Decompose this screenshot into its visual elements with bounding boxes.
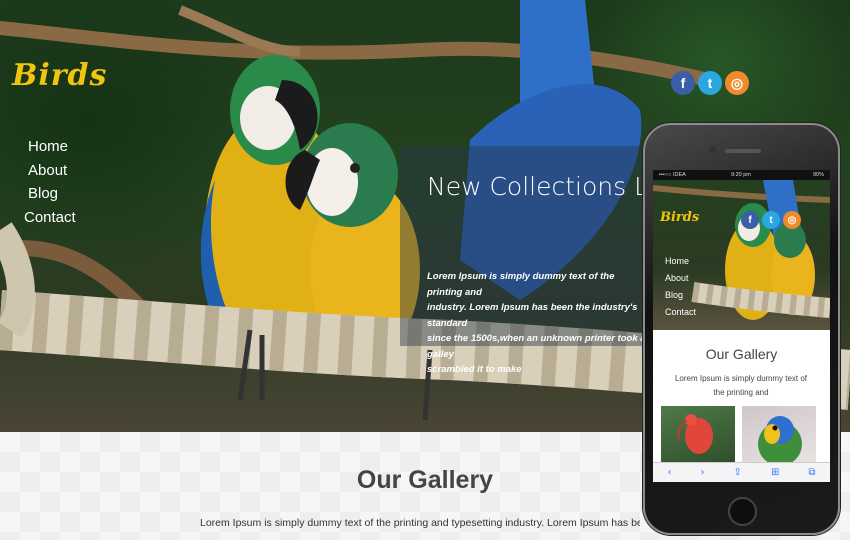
social-links: f t ◎ xyxy=(671,71,749,95)
mobile-social-links: f t ◎ xyxy=(741,211,801,229)
dribbble-icon[interactable]: ◎ xyxy=(783,211,801,229)
twitter-icon[interactable]: t xyxy=(698,71,722,95)
mobile-nav-home[interactable]: Home xyxy=(665,253,696,270)
browser-toolbar: ‹ › ⇪ ⊞ ⧉ xyxy=(653,462,830,482)
banner-text: Lorem Ipsum is simply dummy text of the … xyxy=(427,271,646,375)
speaker-grille xyxy=(725,149,761,153)
bookmarks-icon[interactable]: ⊞ xyxy=(771,467,779,478)
home-button xyxy=(728,497,757,526)
carrier-label: •••○○ IDEA xyxy=(659,172,686,178)
banner-title: New Collections Lorem Ipsum is simply du… xyxy=(427,172,657,201)
mobile-gallery-text: Lorem Ipsum is simply dummy text of the … xyxy=(674,374,808,397)
main-nav: Home About Blog Contact xyxy=(24,135,84,229)
clock-label: 9:20 pm xyxy=(731,172,751,178)
mobile-gallery-title: Our Gallery xyxy=(705,346,778,362)
ibis-image xyxy=(677,414,713,454)
mobile-logo[interactable]: Birds xyxy=(660,210,699,225)
gallery-image-parrot[interactable] xyxy=(742,406,816,464)
mobile-nav-contact[interactable]: Contact xyxy=(665,304,696,321)
gallery-image-ibis[interactable] xyxy=(661,406,735,464)
dribbble-icon[interactable]: ◎ xyxy=(725,71,749,95)
facebook-icon[interactable]: f xyxy=(671,71,695,95)
phone-screen: •••○○ IDEA 9:20 pm 90% Birds f t ◎ Home … xyxy=(653,170,830,482)
mobile-hero: Birds f t ◎ Home About Blog Contact xyxy=(653,180,830,330)
nav-about[interactable]: About xyxy=(24,159,84,183)
forward-icon[interactable]: › xyxy=(701,467,705,478)
twitter-icon[interactable]: t xyxy=(762,211,780,229)
gallery-text: Lorem Ipsum is simply dummy text of the … xyxy=(200,517,640,529)
share-icon[interactable]: ⇪ xyxy=(734,467,742,478)
mobile-nav-blog[interactable]: Blog xyxy=(665,287,696,304)
mobile-nav: Home About Blog Contact xyxy=(665,253,696,321)
parrot-image xyxy=(758,416,802,464)
back-icon[interactable]: ‹ xyxy=(668,467,672,478)
facebook-icon[interactable]: f xyxy=(741,211,759,229)
status-bar: •••○○ IDEA 9:20 pm 90% xyxy=(653,170,830,180)
site-logo[interactable]: Birds xyxy=(12,58,107,93)
mobile-nav-about[interactable]: About xyxy=(665,270,696,287)
battery-label: 90% xyxy=(812,172,824,178)
tabs-icon[interactable]: ⧉ xyxy=(808,467,815,478)
nav-blog[interactable]: Blog xyxy=(24,182,84,206)
nav-home[interactable]: Home xyxy=(24,135,84,159)
nav-contact[interactable]: Contact xyxy=(24,206,84,230)
camera-icon xyxy=(709,146,716,153)
